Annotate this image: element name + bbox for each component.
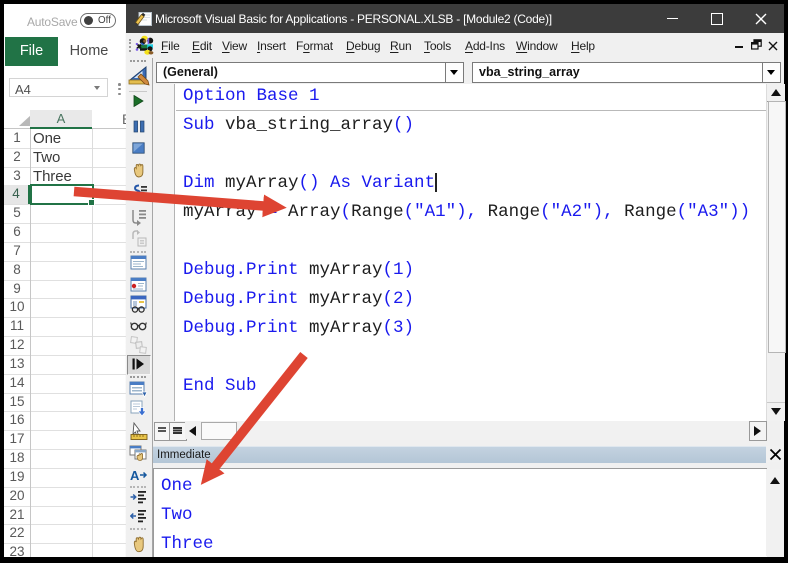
svg-text:A: A xyxy=(130,468,140,482)
